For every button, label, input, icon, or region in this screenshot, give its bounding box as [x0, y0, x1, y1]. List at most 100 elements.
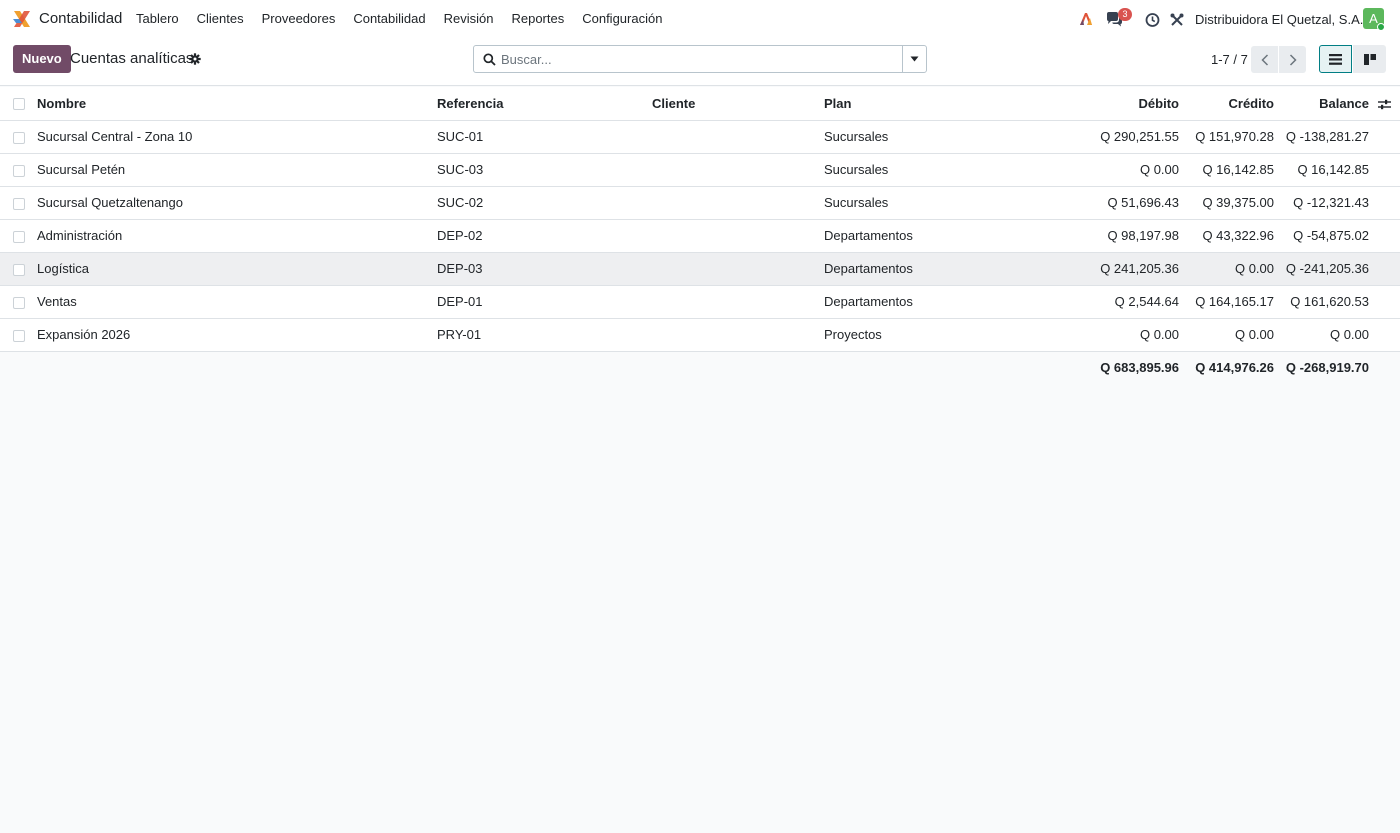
row-checkbox[interactable]: [13, 230, 25, 243]
row-checkbox[interactable]: [13, 263, 25, 276]
cell-reference: SUC-03: [437, 162, 484, 177]
column-header-credit[interactable]: Crédito: [1179, 87, 1275, 120]
cell-reference: DEP-01: [437, 294, 483, 309]
page-title: Cuentas analíticas: [70, 50, 194, 67]
column-header-name[interactable]: Nombre: [37, 87, 437, 120]
total-balance: Q -268,919.70: [1285, 360, 1369, 376]
cell-plan: Sucursales: [824, 195, 889, 210]
cell-name: Sucursal Central - Zona 10: [37, 129, 193, 144]
cell-client: [652, 285, 824, 318]
cell-debit: Q 290,251.55: [1100, 129, 1179, 144]
cell-name: Sucursal Quetzaltenango: [37, 195, 183, 210]
cell-plan: Departamentos: [824, 294, 913, 309]
menu-item-reportes[interactable]: Reportes: [511, 11, 564, 26]
select-all-checkbox[interactable]: [13, 98, 25, 111]
cell-credit: Q 0.00: [1234, 327, 1274, 342]
pager-value[interactable]: 1-7 / 7: [1211, 52, 1248, 67]
row-checkbox[interactable]: [13, 164, 25, 177]
cell-spacer: [1369, 186, 1400, 219]
search-input[interactable]: [501, 49, 871, 69]
cell-plan: Sucursales: [824, 129, 889, 144]
table-row[interactable]: Administración DEP-02 Departamentos Q 98…: [0, 219, 1400, 252]
cell-spacer: [1369, 219, 1400, 252]
row-checkbox[interactable]: [13, 197, 25, 210]
cell-debit: Q 241,205.36: [1100, 261, 1179, 276]
list-view-button[interactable]: [1319, 45, 1352, 73]
select-all-cell: [0, 87, 37, 120]
cell-client: [652, 153, 824, 186]
ai-icon[interactable]: [1078, 10, 1094, 28]
menu-item-proveedores[interactable]: Proveedores: [262, 11, 336, 26]
gear-icon[interactable]: [189, 53, 201, 65]
cell-reference: DEP-02: [437, 228, 483, 243]
cell-credit: Q 164,165.17: [1195, 294, 1274, 309]
column-header-balance[interactable]: Balance: [1274, 87, 1369, 120]
pager-previous-button[interactable]: [1251, 46, 1278, 73]
cell-name: Ventas: [37, 294, 77, 309]
new-button[interactable]: Nuevo: [13, 45, 71, 73]
kanban-view-button[interactable]: [1353, 45, 1386, 73]
total-credit: Q 414,976.26: [1195, 360, 1274, 376]
menu-item-configuracion[interactable]: Configuración: [582, 11, 662, 26]
cell-credit: Q 43,322.96: [1202, 228, 1274, 243]
menu-item-clientes[interactable]: Clientes: [197, 11, 244, 26]
row-select-cell: [0, 252, 37, 285]
cell-balance: Q 161,620.53: [1290, 294, 1369, 309]
cell-credit: Q 0.00: [1234, 261, 1274, 276]
row-select-cell: [0, 219, 37, 252]
cell-plan: Sucursales: [824, 162, 889, 177]
cell-debit: Q 51,696.43: [1107, 195, 1179, 210]
row-select-cell: [0, 153, 37, 186]
chat-badge: 3: [1118, 8, 1132, 21]
kanban-view-icon: [1363, 53, 1376, 65]
cell-balance: Q 16,142.85: [1297, 162, 1369, 177]
cell-spacer: [1369, 252, 1400, 285]
app-name[interactable]: Contabilidad: [39, 10, 122, 27]
row-select-cell: [0, 120, 37, 153]
row-checkbox[interactable]: [13, 329, 25, 342]
cell-credit: Q 39,375.00: [1202, 195, 1274, 210]
row-checkbox[interactable]: [13, 131, 25, 144]
total-debit: Q 683,895.96: [1100, 360, 1179, 376]
column-header-client[interactable]: Cliente: [652, 87, 824, 120]
table-row[interactable]: Ventas DEP-01 Departamentos Q 2,544.64 Q…: [0, 285, 1400, 318]
cell-debit: Q 98,197.98: [1107, 228, 1179, 243]
menu-item-contabilidad[interactable]: Contabilidad: [353, 11, 425, 26]
search-options-toggle[interactable]: [902, 46, 926, 72]
tools-icon[interactable]: [1170, 11, 1184, 29]
company-switcher[interactable]: Distribuidora El Quetzal, S.A.: [1195, 12, 1363, 27]
cell-spacer: [1369, 318, 1400, 351]
cell-balance: Q -241,205.36: [1285, 261, 1369, 276]
row-checkbox[interactable]: [13, 296, 25, 309]
table-row[interactable]: Expansión 2026 PRY-01 Proyectos Q 0.00 Q…: [0, 318, 1400, 351]
chevron-right-icon: [1289, 53, 1297, 66]
cell-client: [652, 120, 824, 153]
table-row[interactable]: Sucursal Petén SUC-03 Sucursales Q 0.00 …: [0, 153, 1400, 186]
row-select-cell: [0, 318, 37, 351]
cell-reference: DEP-03: [437, 261, 483, 276]
column-settings-icon[interactable]: [1378, 99, 1391, 110]
cell-spacer: [1369, 285, 1400, 318]
column-header-plan[interactable]: Plan: [824, 87, 1084, 120]
clock-icon[interactable]: [1145, 11, 1160, 29]
menu-item-revision[interactable]: Revisión: [444, 11, 494, 26]
app-logo-icon[interactable]: [12, 10, 32, 28]
cell-balance: Q -138,281.27: [1285, 129, 1369, 144]
cell-name: Expansión 2026: [37, 327, 131, 342]
column-header-reference[interactable]: Referencia: [437, 87, 652, 120]
top-navbar: Contabilidad Tablero Clientes Proveedore…: [0, 0, 1400, 38]
table-row[interactable]: Sucursal Central - Zona 10 SUC-01 Sucurs…: [0, 120, 1400, 153]
cell-debit: Q 0.00: [1139, 327, 1179, 342]
totals-row: Q 683,895.96 Q 414,976.26 Q -268,919.70: [0, 351, 1400, 384]
menu-item-tablero[interactable]: Tablero: [136, 11, 179, 26]
cell-plan: Departamentos: [824, 261, 913, 276]
column-header-debit[interactable]: Débito: [1084, 87, 1179, 120]
cell-reference: SUC-01: [437, 129, 484, 144]
cell-name: Logística: [37, 261, 90, 276]
row-select-cell: [0, 186, 37, 219]
pager-next-button[interactable]: [1279, 46, 1306, 73]
status-dot-icon: [1377, 23, 1385, 31]
table-row[interactable]: Logística DEP-03 Departamentos Q 241,205…: [0, 252, 1400, 285]
cell-credit: Q 16,142.85: [1202, 162, 1274, 177]
table-row[interactable]: Sucursal Quetzaltenango SUC-02 Sucursale…: [0, 186, 1400, 219]
